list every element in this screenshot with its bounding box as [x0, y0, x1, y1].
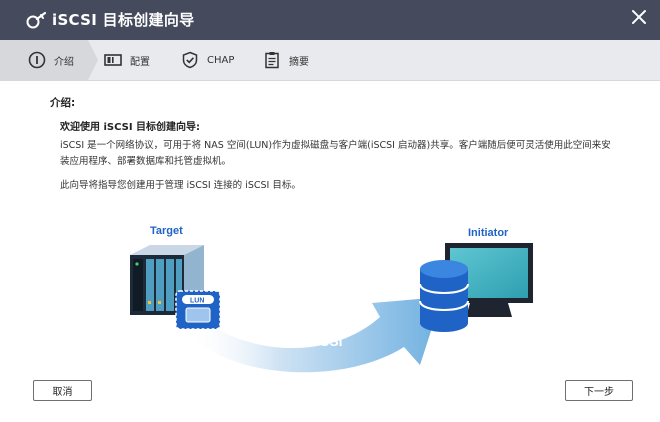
iscsi-illustration: iSCSI Target LUN Initiator — [130, 225, 533, 373]
welcome-text: 欢迎使用 iSCSI 目标创建向导: — [60, 122, 201, 133]
step-intro-label: 介绍 — [54, 56, 74, 68]
wizard-content: 介绍: 欢迎使用 iSCSI 目标创建向导: iSCSI 是一个网络协议，可用于… — [0, 81, 660, 377]
iscsi-arrow-logo-icon — [285, 330, 304, 348]
iscsi-logo-icon — [26, 11, 47, 29]
cancel-button[interactable]: 取消 — [33, 380, 92, 401]
shield-check-icon — [182, 51, 198, 69]
step-summary-label: 摘要 — [289, 56, 309, 68]
config-icon — [104, 54, 122, 66]
step-config[interactable]: 配置 — [104, 40, 150, 80]
initiator-label: Initiator — [468, 227, 509, 239]
database-icon — [419, 260, 469, 332]
iscsi-arrow-label: iSCSI — [306, 333, 343, 349]
lun-label: LUN — [190, 298, 204, 305]
wizard-step-bar: 介绍 配置 CHAP 摘要 — [0, 40, 660, 81]
clipboard-icon — [265, 52, 279, 69]
step-summary[interactable]: 摘要 — [263, 40, 309, 80]
guide-paragraph: 此向导将指导您创建用于管理 iSCSI 连接的 iSCSI 目标。 — [60, 180, 301, 191]
title-bar: iSCSI 目标创建向导 — [0, 0, 660, 40]
step-config-label: 配置 — [130, 56, 150, 68]
next-button[interactable]: 下一步 — [565, 380, 633, 401]
step-chap-label: CHAP — [207, 54, 235, 66]
close-icon[interactable] — [630, 8, 648, 26]
window-title: iSCSI 目标创建向导 — [52, 11, 195, 29]
step-intro[interactable]: 介绍 — [0, 40, 98, 80]
section-heading: 介绍: — [50, 97, 76, 109]
target-label: Target — [150, 225, 183, 237]
info-icon — [28, 51, 46, 69]
step-chap[interactable]: CHAP — [181, 40, 234, 80]
intro-paragraph: iSCSI 是一个网络协议，可用于将 NAS 空间(LUN)作为虚拟磁盘与客户端… — [60, 140, 611, 167]
